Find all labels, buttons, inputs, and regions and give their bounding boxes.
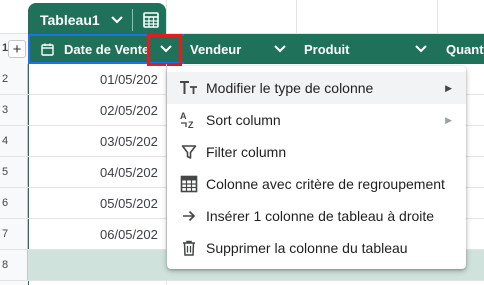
divider — [131, 8, 133, 31]
column-label: Date de Vente — [64, 41, 150, 57]
menu-item-label: Supprimer la colonne du tableau — [206, 240, 408, 256]
date-cell[interactable]: 02/05/202 — [100, 95, 158, 125]
sort-az-icon: A Z — [179, 110, 199, 130]
column-header-quantite[interactable]: Quanti — [446, 34, 484, 64]
column-label: Produit — [304, 41, 350, 57]
chevron-down-icon[interactable] — [413, 41, 429, 57]
chevron-down-icon[interactable] — [108, 11, 126, 29]
table-name-tab[interactable]: Tableau1 — [28, 3, 166, 36]
gridline — [296, 0, 297, 34]
header-row-number: 1 + — [0, 34, 28, 64]
row-number: 4 — [0, 126, 28, 156]
row-number: 5 — [0, 157, 28, 187]
menu-item-group-by-column[interactable]: Colonne avec critère de regroupement — [167, 168, 466, 200]
row-number: 3 — [0, 95, 28, 125]
gridline — [166, 0, 167, 34]
trash-icon — [179, 238, 199, 258]
menu-item-change-column-type[interactable]: Modifier le type de colonne ▶ — [167, 72, 466, 104]
row-number: 6 — [0, 188, 28, 218]
svg-text:A: A — [180, 111, 187, 121]
date-cell[interactable]: 05/05/202 — [100, 188, 158, 218]
gridline — [437, 0, 438, 34]
column-context-menu: Modifier le type de colonne ▶ A Z Sort c… — [167, 66, 466, 269]
menu-item-label: Insérer 1 colonne de tableau à droite — [206, 208, 435, 224]
date-cell[interactable]: 03/05/202 — [100, 126, 158, 156]
highlight-box — [147, 34, 182, 66]
table-grid-icon[interactable] — [141, 10, 161, 30]
arrow-right-icon — [179, 206, 199, 226]
date-cell[interactable]: 06/05/202 — [100, 219, 158, 249]
date-cell[interactable]: 01/05/202 — [100, 64, 158, 94]
menu-item-insert-column-right[interactable]: Insérer 1 colonne de tableau à droite — [167, 200, 466, 232]
menu-item-sort-column[interactable]: A Z Sort column ▶ — [167, 104, 466, 136]
table-name: Tableau1 — [40, 11, 100, 28]
row-number: 2 — [0, 64, 28, 94]
submenu-arrow-icon: ▶ — [445, 82, 452, 93]
row-number: 7 — [0, 219, 28, 249]
menu-item-label: Colonne avec critère de regroupement — [206, 176, 445, 192]
menu-item-label: Sort column — [206, 112, 281, 128]
group-by-icon — [179, 174, 199, 194]
add-row-button[interactable]: + — [8, 40, 26, 58]
menu-item-filter-column[interactable]: Filter column — [167, 136, 466, 168]
menu-item-delete-column[interactable]: Supprimer la colonne du tableau — [167, 232, 466, 264]
text-type-icon — [179, 78, 199, 98]
column-header-vendeur[interactable]: Vendeur — [190, 34, 296, 64]
submenu-arrow-icon: ▶ — [445, 114, 452, 125]
column-header-produit[interactable]: Produit — [304, 34, 437, 64]
svg-text:Z: Z — [188, 120, 194, 129]
column-label: Quanti — [446, 41, 484, 57]
filter-icon — [179, 142, 199, 162]
date-cell[interactable]: 04/05/202 — [100, 157, 158, 187]
row-number: 8 — [0, 250, 28, 280]
menu-item-label: Filter column — [206, 144, 287, 160]
menu-item-label: Modifier le type de colonne — [206, 80, 374, 96]
column-label: Vendeur — [190, 41, 242, 57]
calendar-icon — [40, 42, 54, 56]
chevron-down-icon[interactable] — [272, 41, 288, 57]
